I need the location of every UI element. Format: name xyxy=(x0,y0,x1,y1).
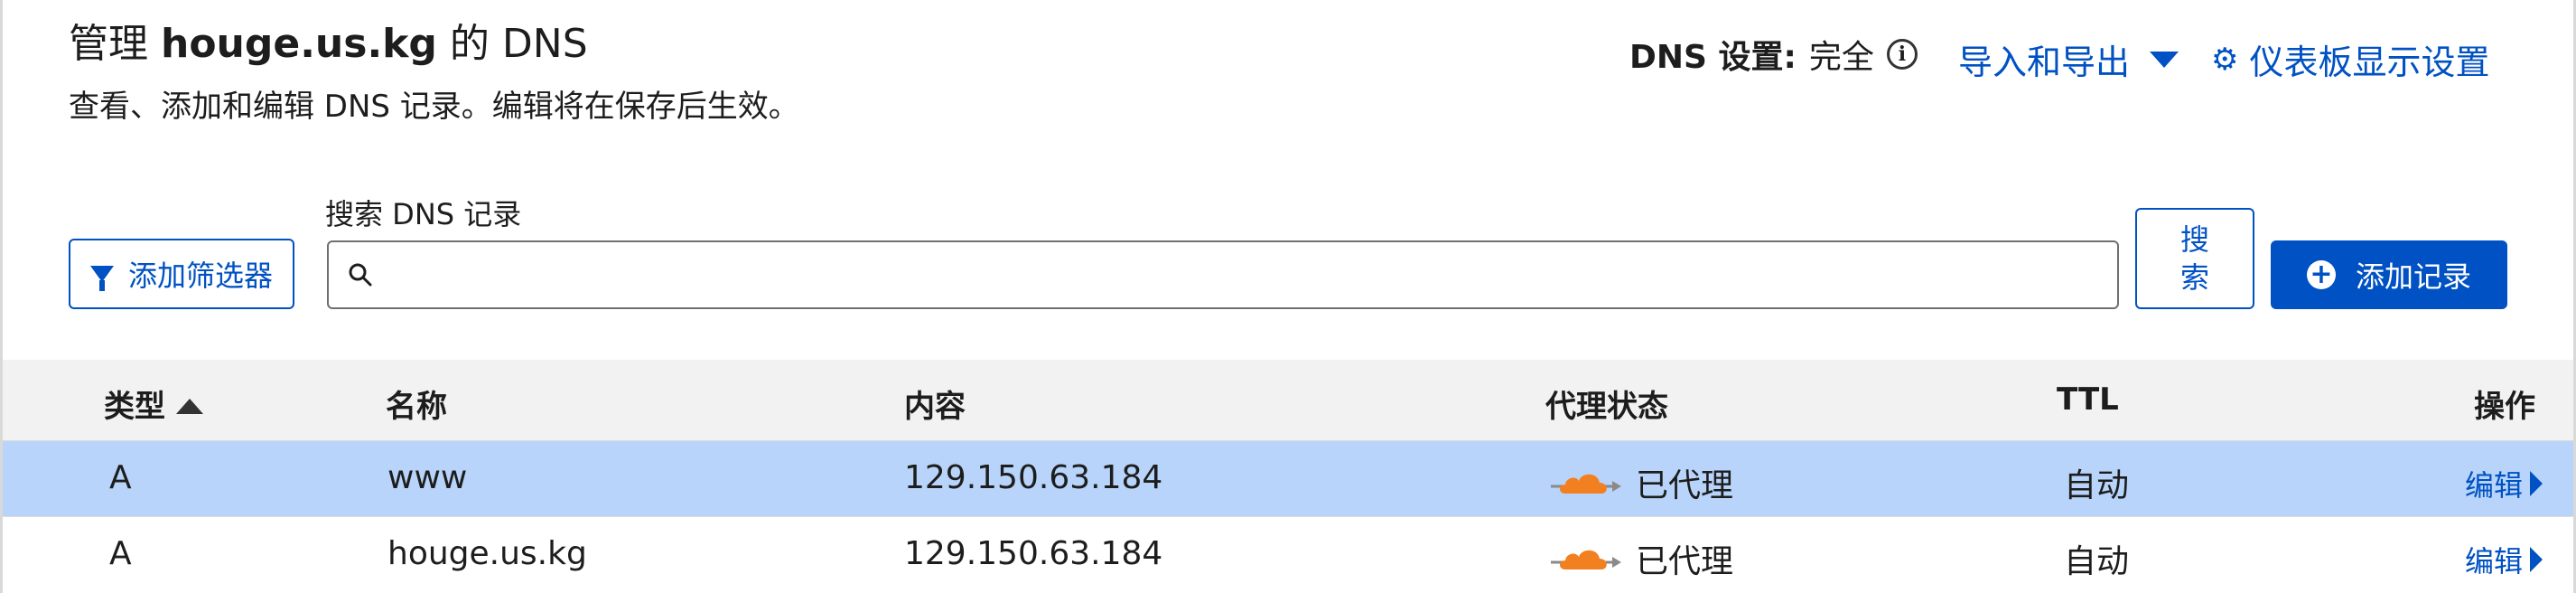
edit-record-link[interactable]: 编辑 xyxy=(2465,463,2543,504)
search-label: 搜索 DNS 记录 xyxy=(325,197,522,231)
proxy-status: 已代理 xyxy=(1549,459,1733,506)
add-record-label: 添加记录 xyxy=(2355,259,2471,294)
dashboard-display-settings-link[interactable]: ⚙ 仪表板显示设置 xyxy=(2211,34,2490,84)
caret-right-icon xyxy=(2530,547,2543,572)
proxy-status: 已代理 xyxy=(1549,535,1733,582)
record-content: 129.150.63.184 xyxy=(904,535,1163,572)
edit-label: 编辑 xyxy=(2465,468,2524,503)
column-header-type[interactable]: 类型 xyxy=(104,381,203,426)
edit-record-link[interactable]: 编辑 xyxy=(2465,539,2543,580)
dashboard-settings-label: 仪表板显示设置 xyxy=(2249,42,2490,82)
record-type: A xyxy=(109,535,132,572)
column-header-actions: 操作 xyxy=(2474,389,2535,425)
caret-right-icon xyxy=(2530,471,2543,496)
caret-down-icon xyxy=(2150,51,2179,68)
title-prefix: 管理 xyxy=(69,21,161,67)
dns-settings-value: 完全 xyxy=(1808,39,1874,76)
table-row[interactable]: A www 129.150.63.184 已代理 自动 编辑 xyxy=(3,441,2573,517)
add-filter-label: 添加筛选器 xyxy=(127,259,273,293)
title-domain: houge.us.kg xyxy=(161,21,437,67)
sort-ascending-icon xyxy=(176,399,203,414)
record-type: A xyxy=(109,459,132,496)
record-name: www xyxy=(387,459,468,496)
import-export-label: 导入和导出 xyxy=(1958,42,2131,82)
column-header-ttl: TTL xyxy=(2057,381,2119,418)
import-export-dropdown[interactable]: 导入和导出 xyxy=(1958,34,2179,84)
dns-settings: DNS 设置: 完全 i xyxy=(1629,31,1918,78)
record-ttl: 自动 xyxy=(2064,467,2130,504)
column-header-type-label: 类型 xyxy=(104,389,165,425)
column-header-proxy-status: 代理状态 xyxy=(1545,389,1668,425)
table-header: 类型 名称 内容 代理状态 TTL 操作 xyxy=(3,360,2573,441)
search-field xyxy=(327,240,2119,309)
proxy-status-label: 已代理 xyxy=(1636,467,1734,504)
page-title: 管理 houge.us.kg 的 DNS xyxy=(69,11,588,69)
add-record-button[interactable]: + 添加记录 xyxy=(2271,240,2507,309)
proxied-cloud-icon xyxy=(1551,550,1621,569)
plus-circle-icon: + xyxy=(2306,260,2336,289)
proxy-status-label: 已代理 xyxy=(1636,543,1734,580)
filter-icon xyxy=(89,266,114,291)
gear-icon: ⚙ xyxy=(2211,41,2239,78)
proxied-cloud-icon xyxy=(1551,474,1621,494)
edit-label: 编辑 xyxy=(2465,544,2524,579)
add-filter-button[interactable]: 添加筛选器 xyxy=(69,239,294,309)
info-circle-icon[interactable]: i xyxy=(1886,39,1918,70)
page-subtitle: 查看、添加和编辑 DNS 记录。编辑将在保存后生效。 xyxy=(69,89,799,125)
column-header-name: 名称 xyxy=(386,389,447,425)
search-icon xyxy=(349,263,372,287)
search-button[interactable]: 搜索 xyxy=(2135,208,2254,309)
column-header-content: 内容 xyxy=(904,389,966,425)
dns-settings-label: DNS 设置: xyxy=(1629,39,1797,76)
search-button-label: 搜索 xyxy=(2179,222,2209,295)
record-name: houge.us.kg xyxy=(387,535,587,572)
record-ttl: 自动 xyxy=(2064,543,2130,580)
title-suffix: 的 DNS xyxy=(436,21,588,67)
search-input[interactable] xyxy=(388,248,2117,302)
record-content: 129.150.63.184 xyxy=(904,459,1163,496)
table-row[interactable]: A houge.us.kg 129.150.63.184 已代理 自动 编辑 xyxy=(3,517,2573,593)
